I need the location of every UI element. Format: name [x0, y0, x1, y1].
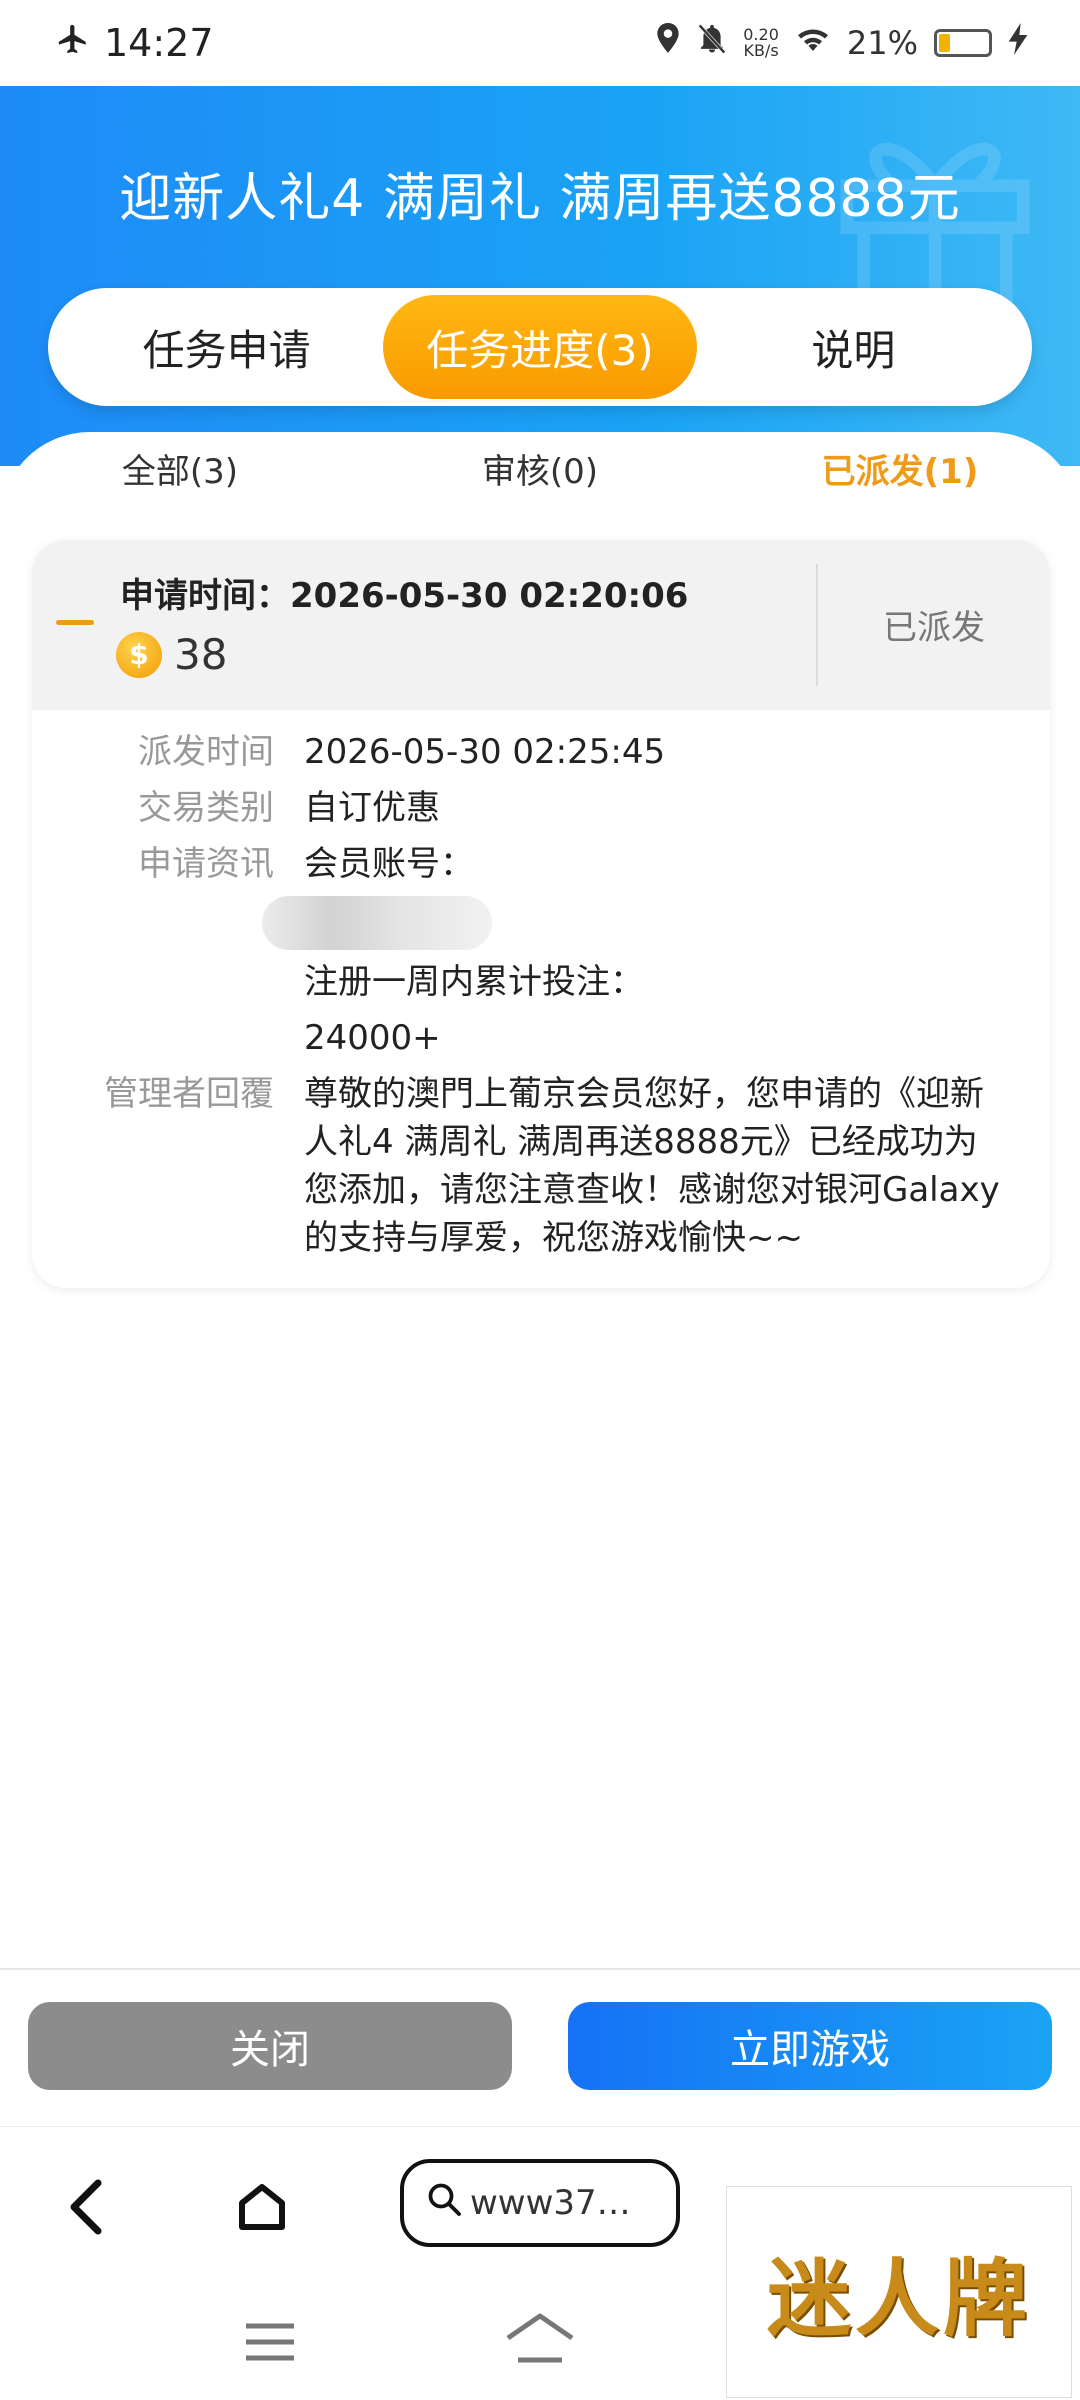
address-bar[interactable]: www37…: [400, 2159, 680, 2247]
type-label: 交易类别: [138, 788, 274, 828]
bet-requirement-value: 24000+: [304, 1018, 441, 1058]
reply-value: 尊敬的澳門上葡京会员您好，您申请的《迎新人礼4 满周礼 满周再送8888元》已经…: [304, 1074, 1000, 1258]
subtab-all[interactable]: 全部(3): [0, 444, 360, 514]
detail-row-type: 交易类别 自订优惠: [32, 784, 1050, 832]
main-tabs: 任务申请 任务进度(3) 说明: [48, 288, 1032, 406]
coin-icon: $: [116, 632, 162, 678]
battery-percent: 21%: [846, 24, 918, 62]
watermark-logo: 迷人牌: [726, 2186, 1072, 2398]
location-icon: [655, 23, 681, 63]
dispatch-time-value: 2026-05-30 02:25:45: [304, 732, 666, 772]
status-bar: 14:27 0.20 KB/s 21%: [0, 0, 1080, 86]
account-label: 会员账号：: [304, 844, 474, 884]
header-banner: 迎新人礼4 满周礼 满周再送8888元: [0, 86, 1080, 466]
redacted-account: [262, 896, 492, 950]
record-card: 申请时间：2026-05-30 02:20:06 $ 38 已派发 派发时间 2…: [32, 540, 1050, 1288]
amount: 38: [174, 630, 228, 679]
page-title: 迎新人礼4 满周礼 满周再送8888元: [119, 169, 961, 229]
close-button[interactable]: 关闭: [28, 2002, 512, 2090]
bottom-divider: [0, 1968, 1080, 1970]
detail-row-info: 申请资讯 会员账号： 注册一周内累计投注： 24000+: [32, 840, 1050, 1062]
tab-task-apply[interactable]: 任务申请: [70, 295, 383, 399]
search-icon: [426, 2181, 462, 2226]
reply-label: 管理者回覆: [104, 1074, 274, 1114]
network-speed: 0.20 KB/s: [743, 25, 779, 60]
bet-requirement-label: 注册一周内累计投注：: [304, 962, 644, 1002]
subtab-dispatched[interactable]: 已派发(1): [720, 444, 1080, 514]
mute-bell-icon: [697, 23, 727, 63]
detail-row-reply: 管理者回覆 尊敬的澳門上葡京会员您好，您申请的《迎新人礼4 满周礼 满周再送88…: [32, 1070, 1050, 1262]
home-icon[interactable]: [222, 2167, 302, 2247]
system-home-icon[interactable]: [504, 2312, 576, 2370]
type-value: 自订优惠: [304, 788, 440, 828]
detail-row-dispatch: 派发时间 2026-05-30 02:25:45: [32, 728, 1050, 776]
recents-icon[interactable]: [244, 2322, 296, 2366]
tab-description[interactable]: 说明: [697, 295, 1010, 399]
collapse-icon[interactable]: [56, 620, 94, 625]
clock: 14:27: [104, 21, 214, 65]
record-card-header[interactable]: 申请时间：2026-05-30 02:20:06 $ 38 已派发: [32, 540, 1050, 710]
info-label: 申请资讯: [138, 844, 274, 884]
request-time: 申请时间：2026-05-30 02:20:06: [120, 576, 689, 616]
subtab-review[interactable]: 审核(0): [360, 444, 720, 514]
back-icon[interactable]: [46, 2167, 126, 2247]
tab-task-progress[interactable]: 任务进度(3): [383, 295, 697, 399]
url-text: www37…: [470, 2183, 631, 2223]
play-now-button[interactable]: 立即游戏: [568, 2002, 1052, 2090]
watermark-text: 迷人牌: [766, 2248, 1031, 2348]
charging-icon: [1008, 23, 1028, 63]
wifi-icon: [795, 24, 831, 62]
filter-tabs: 全部(3) 审核(0) 已派发(1): [0, 444, 1080, 514]
info-value: 会员账号： 注册一周内累计投注： 24000+: [262, 840, 1000, 1062]
battery-icon: [934, 29, 992, 57]
airplane-icon: [56, 21, 90, 65]
dispatch-time-label: 派发时间: [138, 732, 274, 772]
status-badge: 已派发: [883, 608, 985, 648]
